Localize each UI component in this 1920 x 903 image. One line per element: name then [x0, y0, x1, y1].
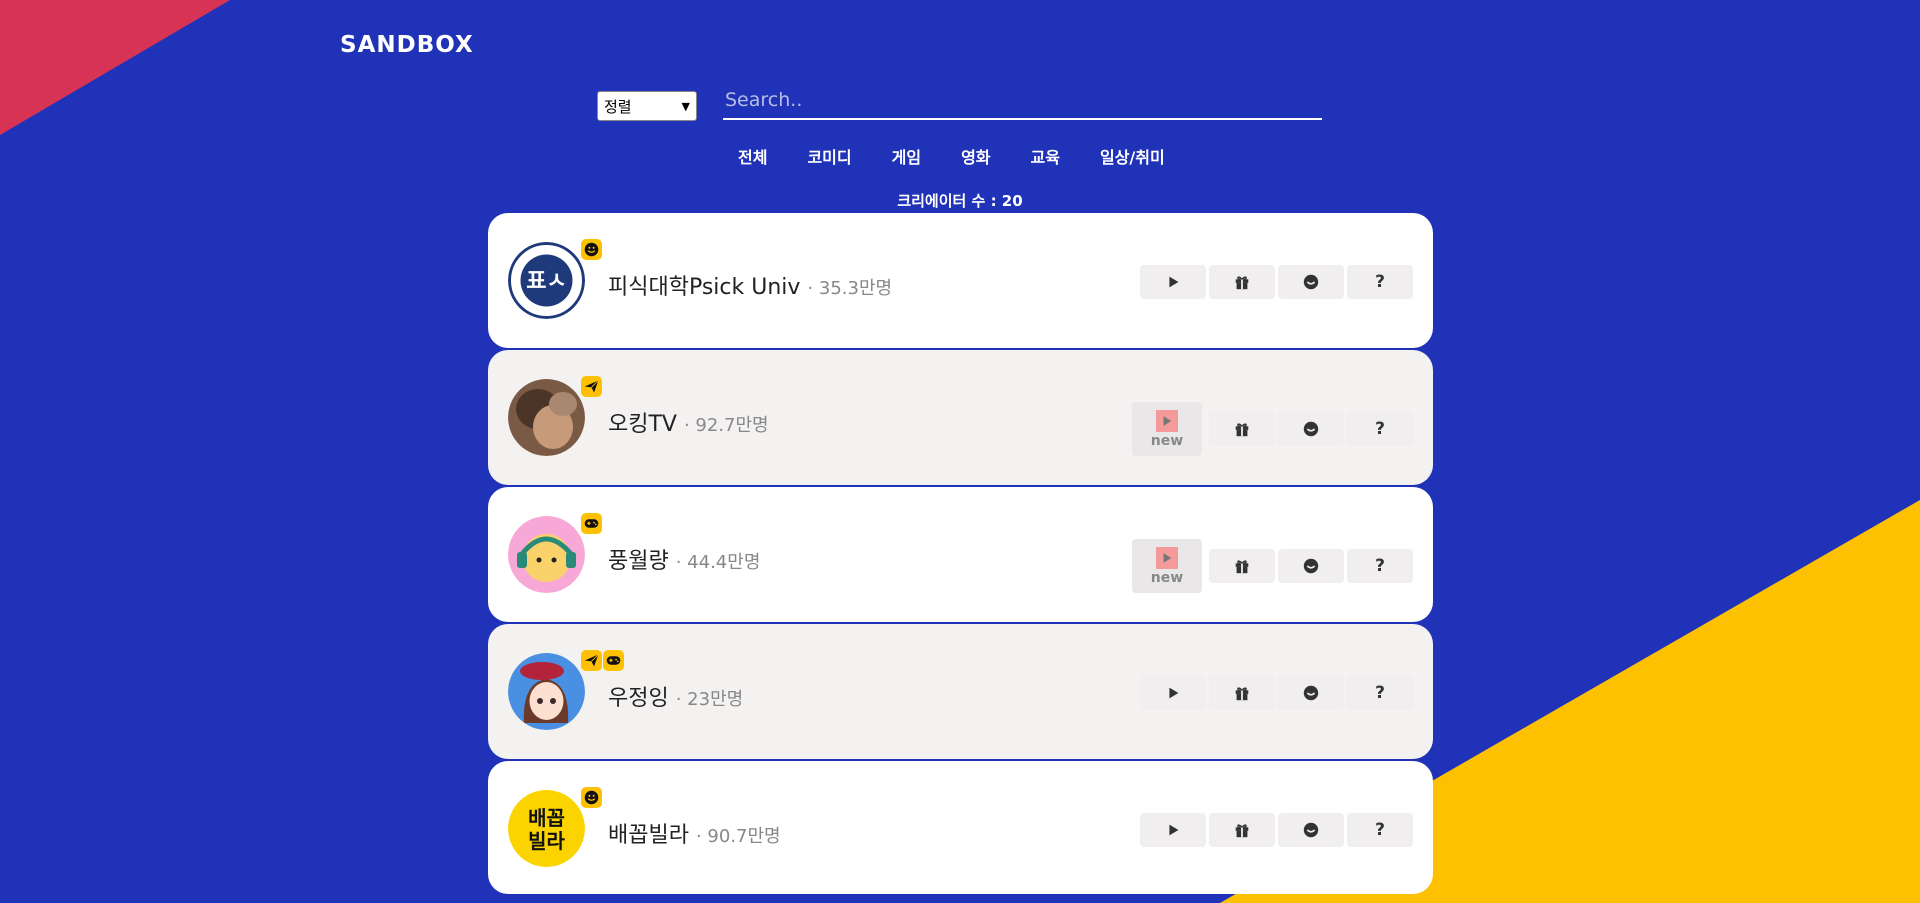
gift-icon — [1235, 824, 1249, 838]
speech-bubble-icon — [1303, 685, 1319, 701]
search-input[interactable]: Search.. — [723, 82, 1322, 120]
creator-name-text: 배꼽빌라 — [608, 823, 689, 848]
tab-game[interactable]: 게임 — [872, 144, 941, 168]
gift-icon — [1235, 423, 1249, 437]
gift-icon — [1235, 560, 1249, 574]
creator-actions: ? — [1140, 676, 1413, 710]
creator-name[interactable]: 우정잉 · 23만명 — [608, 680, 743, 712]
gift-button[interactable] — [1209, 676, 1275, 710]
new-video-button[interactable]: new — [1132, 539, 1202, 593]
gamepad-icon — [603, 650, 624, 671]
creator-name-text: 피식대학Psick Univ — [608, 275, 801, 300]
subscriber-count: · 35.3만명 — [807, 278, 893, 299]
creator-card: 표ㅅ 피식대학Psick Univ · 35.3만명 ? — [488, 213, 1433, 348]
gift-button[interactable] — [1209, 265, 1275, 299]
subscriber-count: · 90.7만명 — [695, 826, 781, 847]
creator-name[interactable]: 배꼽빌라 · 90.7만명 — [608, 817, 781, 849]
avatar-text-line-1: 배꼽 — [528, 806, 565, 830]
tab-all[interactable]: 전체 — [718, 144, 787, 168]
play-button[interactable] — [1140, 676, 1206, 710]
avatar-text-line-2: 빌라 — [528, 829, 565, 853]
creator-actions: ? — [1140, 265, 1413, 299]
help-button[interactable]: ? — [1347, 265, 1413, 299]
avatar[interactable] — [508, 379, 585, 456]
comment-button[interactable] — [1278, 813, 1344, 847]
category-tabs: 전체 코미디 게임 영화 교육 일상/취미 — [718, 144, 1185, 168]
help-button[interactable]: ? — [1347, 549, 1413, 583]
new-badge: new — [1150, 432, 1184, 449]
creator-card: 배꼽 빌라 배꼽빌라 · 90.7만명 ? — [488, 761, 1433, 894]
new-badge: new — [1150, 569, 1184, 586]
smile-icon — [581, 787, 602, 808]
badges — [581, 787, 602, 808]
subscriber-count: · 92.7만명 — [683, 415, 769, 436]
subscriber-count: · 44.4만명 — [675, 552, 761, 573]
play-icon — [1156, 409, 1178, 432]
paper-plane-icon — [581, 650, 602, 671]
comment-button[interactable] — [1278, 676, 1344, 710]
paper-plane-icon — [581, 376, 602, 397]
badges — [581, 239, 602, 260]
gift-icon — [1235, 276, 1249, 290]
creator-actions: new ? — [1132, 539, 1413, 593]
creator-name-text: 우정잉 — [608, 686, 669, 711]
tab-education[interactable]: 교육 — [1011, 144, 1080, 168]
creator-name-text: 오킹TV — [608, 412, 677, 437]
sort-select-label: 정렬 — [604, 97, 632, 116]
avatar[interactable]: 표ㅅ — [508, 242, 585, 319]
gift-icon — [1235, 687, 1249, 701]
creator-count: 크리에이터 수 : 20 — [897, 192, 1023, 210]
tab-daily-hobby[interactable]: 일상/취미 — [1080, 144, 1185, 168]
sort-select[interactable]: 정렬 ▼ — [597, 91, 697, 121]
creator-name[interactable]: 오킹TV · 92.7만명 — [608, 406, 769, 438]
avatar[interactable] — [508, 653, 585, 730]
help-button[interactable]: ? — [1347, 813, 1413, 847]
play-icon — [1169, 824, 1179, 836]
creator-card: 풍월량 · 44.4만명 new ? — [488, 487, 1433, 622]
avatar[interactable]: 배꼽 빌라 — [508, 790, 585, 867]
gift-button[interactable] — [1209, 412, 1275, 446]
speech-bubble-icon — [1303, 822, 1319, 838]
gift-button[interactable] — [1209, 813, 1275, 847]
play-button[interactable] — [1140, 265, 1206, 299]
help-button[interactable]: ? — [1347, 676, 1413, 710]
smile-icon — [581, 239, 602, 260]
gamepad-icon — [581, 513, 602, 534]
tab-movie[interactable]: 영화 — [941, 144, 1010, 168]
svg-text:표ㅅ: 표ㅅ — [526, 269, 566, 294]
creator-card: 오킹TV · 92.7만명 new ? — [488, 350, 1433, 485]
avatar[interactable] — [508, 516, 585, 593]
help-button[interactable]: ? — [1347, 412, 1413, 446]
creator-actions: ? — [1140, 813, 1413, 847]
app-logo[interactable]: SANDBOX — [340, 32, 474, 58]
play-icon — [1156, 546, 1178, 569]
play-icon — [1169, 687, 1179, 699]
chevron-down-icon: ▼ — [681, 99, 690, 113]
new-video-button[interactable]: new — [1132, 402, 1202, 456]
tab-comedy[interactable]: 코미디 — [787, 144, 871, 168]
comment-button[interactable] — [1278, 265, 1344, 299]
creator-list: 표ㅅ 피식대학Psick Univ · 35.3만명 ? 오킹TV · 92.7… — [488, 213, 1433, 896]
creator-card: 우정잉 · 23만명 ? — [488, 624, 1433, 759]
play-button[interactable] — [1140, 813, 1206, 847]
search-placeholder: Search.. — [725, 89, 803, 111]
decorative-red-triangle — [0, 0, 230, 135]
play-icon — [1169, 276, 1179, 288]
subscriber-count: · 23만명 — [675, 689, 744, 710]
badges — [581, 376, 602, 397]
speech-bubble-icon — [1303, 421, 1319, 437]
badges — [581, 513, 602, 534]
speech-bubble-icon — [1303, 558, 1319, 574]
badges — [581, 650, 624, 671]
creator-name[interactable]: 풍월량 · 44.4만명 — [608, 543, 760, 575]
creator-actions: new ? — [1132, 402, 1413, 456]
gift-button[interactable] — [1209, 549, 1275, 583]
speech-bubble-icon — [1303, 274, 1319, 290]
creator-name[interactable]: 피식대학Psick Univ · 35.3만명 — [608, 269, 892, 301]
comment-button[interactable] — [1278, 412, 1344, 446]
creator-name-text: 풍월량 — [608, 549, 669, 574]
comment-button[interactable] — [1278, 549, 1344, 583]
